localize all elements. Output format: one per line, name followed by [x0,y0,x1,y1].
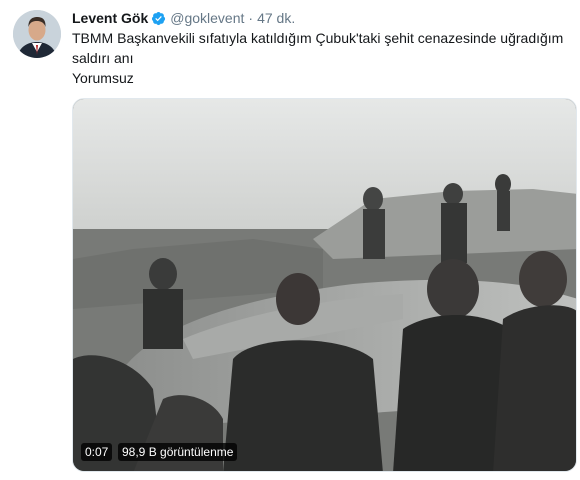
tweet-text: TBMM Başkanvekili sıfatıyla katıldığım Ç… [72,28,572,88]
verified-badge-icon [151,11,166,26]
tweet-timestamp[interactable]: 47 dk. [257,8,295,28]
tweet-header: Levent Gök @goklevent · 47 dk. [72,8,295,28]
tweet-card[interactable]: Levent Gök @goklevent · 47 dk. TBMM Başk… [0,0,580,480]
video-frame [73,99,576,471]
author-handle[interactable]: @goklevent [170,8,244,28]
author-name[interactable]: Levent Gök [72,8,148,28]
tweet-text-line: TBMM Başkanvekili sıfatıyla katıldığım Ç… [72,30,564,46]
author-avatar[interactable] [13,10,61,58]
video-duration-badge: 0:07 [81,443,113,461]
video-views-badge: 98,9 B görüntülenme [118,443,238,461]
tweet-text-line: saldırı anı [72,50,134,66]
profile-photo-icon [13,10,61,58]
separator-dot: · [248,10,254,26]
tweet-text-line: Yorumsuz [72,70,134,86]
video-player[interactable]: 0:07 98,9 B görüntülenme [72,98,577,472]
